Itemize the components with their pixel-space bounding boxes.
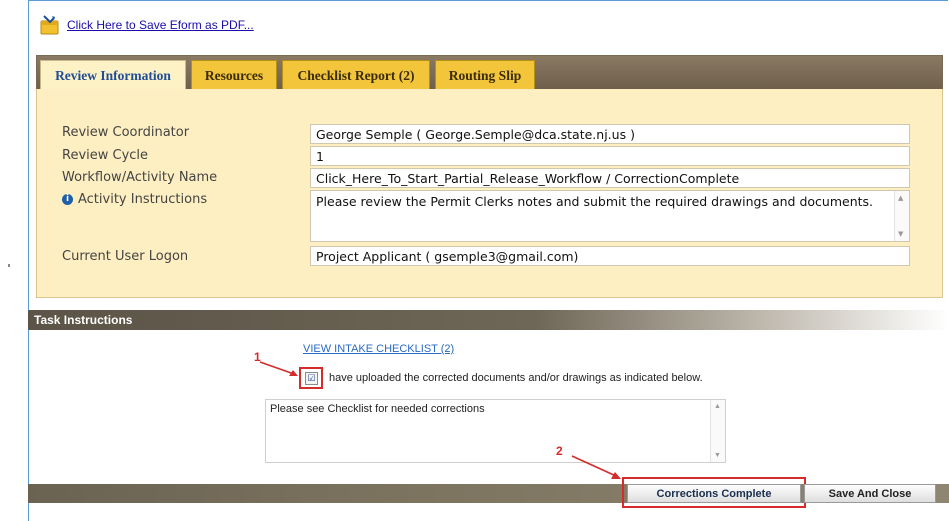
tab-review-information[interactable]: Review Information: [40, 60, 186, 91]
tab-resources[interactable]: Resources: [191, 60, 277, 90]
activity-instructions-textarea[interactable]: Please review the Permit Clerks notes an…: [310, 190, 910, 242]
info-icon[interactable]: i: [62, 194, 73, 205]
checkbox-highlight-box: ☑: [299, 367, 323, 389]
instructions-scrollbar[interactable]: ▲ ▼: [894, 191, 909, 241]
activity-instructions-label-row: i Activity Instructions: [62, 192, 207, 207]
activity-instructions-text: Please review the Permit Clerks notes an…: [316, 194, 874, 209]
cursor-mark: [8, 264, 10, 267]
task-instructions-header: Task Instructions: [28, 310, 949, 330]
pdf-export-icon[interactable]: [38, 15, 60, 35]
annotation-number-2: 2: [556, 444, 563, 458]
pdf-export-row: Click Here to Save Eform as PDF...: [38, 14, 254, 36]
review-cycle-label: Review Cycle: [62, 148, 149, 163]
tab-checklist-report[interactable]: Checklist Report (2): [282, 60, 430, 90]
review-cycle-field: 1: [310, 146, 910, 166]
tab-routing-slip[interactable]: Routing Slip: [435, 60, 535, 90]
notes-scrollbar[interactable]: ▲ ▼: [710, 400, 725, 462]
scroll-down-icon[interactable]: ▼: [898, 230, 903, 238]
annotation-arrow-2: [571, 455, 621, 479]
annotation-arrow-1: [259, 361, 298, 376]
scroll-down-icon[interactable]: ▼: [714, 452, 721, 459]
view-intake-checklist-link[interactable]: VIEW INTAKE CHECKLIST (2): [303, 343, 454, 355]
corrections-complete-button[interactable]: Corrections Complete: [627, 484, 801, 503]
tab-bar: Review Information Resources Checklist R…: [36, 55, 943, 91]
review-coordinator-label: Review Coordinator: [62, 125, 190, 140]
uploaded-corrections-label: have uploaded the corrected documents an…: [329, 372, 703, 384]
save-pdf-link[interactable]: Click Here to Save Eform as PDF...: [67, 18, 254, 32]
workflow-activity-label: Workflow/Activity Name: [62, 170, 218, 185]
workflow-activity-field: Click_Here_To_Start_Partial_Release_Work…: [310, 168, 910, 188]
save-and-close-button[interactable]: Save And Close: [804, 484, 936, 503]
correction-notes-textarea[interactable]: Please see Checklist for needed correcti…: [265, 399, 726, 463]
correction-notes-text: Please see Checklist for needed correcti…: [270, 403, 485, 415]
review-coordinator-field: George Semple ( George.Semple@dca.state.…: [310, 124, 910, 144]
task-instructions-title: Task Instructions: [34, 313, 133, 327]
current-user-logon-field: Project Applicant ( gsemple3@gmail.com): [310, 246, 910, 266]
activity-instructions-label: Activity Instructions: [78, 192, 208, 207]
scroll-up-icon[interactable]: ▲: [898, 194, 903, 202]
uploaded-corrections-checkbox[interactable]: ☑: [305, 372, 318, 385]
scroll-up-icon[interactable]: ▲: [714, 403, 721, 410]
current-user-logon-label: Current User Logon: [62, 249, 189, 264]
